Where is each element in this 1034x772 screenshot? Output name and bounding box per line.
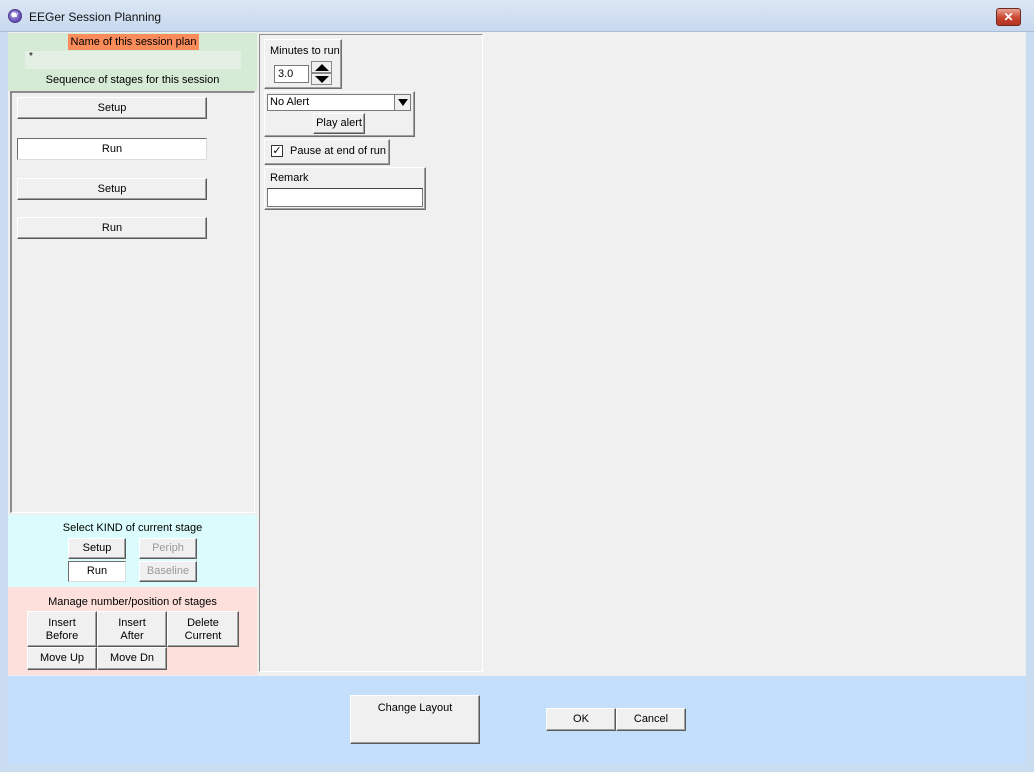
bottom-bar <box>8 676 1026 764</box>
stage-item-setup-1[interactable]: Setup <box>17 97 207 119</box>
minutes-input[interactable]: 3.0 <box>274 65 309 83</box>
session-name-panel: Name of this session plan * Sequence of … <box>8 33 257 91</box>
stage-kind-title: Select KIND of current stage <box>62 522 203 534</box>
pause-label: Pause at end of run <box>290 145 387 157</box>
alert-select[interactable]: No Alert <box>267 94 411 111</box>
stage-item-run-1[interactable]: Run <box>17 138 207 160</box>
arrow-up-icon <box>315 64 329 71</box>
move-up-button[interactable]: Move Up <box>27 647 97 670</box>
insert-after-line1: Insert <box>118 617 146 629</box>
remark-input[interactable] <box>267 188 423 207</box>
kind-baseline-button[interactable]: Baseline <box>139 561 197 582</box>
minutes-up-button[interactable] <box>311 61 332 73</box>
pause-checkbox[interactable]: ✓ <box>271 145 283 157</box>
delete-current-button[interactable]: Delete Current <box>167 611 239 647</box>
move-down-button[interactable]: Move Dn <box>97 647 167 670</box>
manage-stages-title: Manage number/position of stages <box>48 596 217 608</box>
remark-label: Remark <box>270 172 309 184</box>
stage-kind-panel: Select KIND of current stage Setup Perip… <box>8 515 257 587</box>
chevron-down-icon[interactable] <box>394 95 410 110</box>
stage-sequence-list[interactable]: Setup Run Setup Run <box>10 91 255 513</box>
minutes-label: Minutes to run <box>270 45 340 57</box>
insert-before-line1: Insert <box>48 617 76 629</box>
play-alert-button[interactable]: Play alert <box>313 113 365 134</box>
alert-select-value: No Alert <box>270 96 310 108</box>
app-logo-icon: W <box>8 9 22 23</box>
title-bar: W EEGer Session Planning ✕ <box>0 0 1034 32</box>
close-button[interactable]: ✕ <box>996 8 1021 26</box>
stage-item-setup-2[interactable]: Setup <box>17 178 207 200</box>
kind-periph-button[interactable]: Periph <box>139 538 197 559</box>
kind-setup-button[interactable]: Setup <box>68 538 126 559</box>
manage-stages-panel: Manage number/position of stages Insert … <box>8 587 257 675</box>
sequence-label: Sequence of stages for this session <box>45 74 220 86</box>
cancel-button[interactable]: Cancel <box>616 708 686 731</box>
stage-item-run-2[interactable]: Run <box>17 217 207 239</box>
kind-run-button[interactable]: Run <box>68 561 126 582</box>
insert-before-button[interactable]: Insert Before <box>27 611 97 647</box>
window-title: EEGer Session Planning <box>29 10 162 24</box>
ok-button[interactable]: OK <box>546 708 616 731</box>
session-name-input[interactable]: * <box>25 51 241 69</box>
delete-current-line1: Delete <box>187 617 219 629</box>
delete-current-line2: Current <box>184 630 222 642</box>
insert-after-line2: After <box>120 630 144 642</box>
change-layout-button[interactable]: Change Layout <box>350 695 480 744</box>
session-name-label: Name of this session plan <box>68 34 199 50</box>
insert-before-line2: Before <box>45 630 79 642</box>
arrow-down-icon <box>315 76 329 83</box>
minutes-down-button[interactable] <box>311 73 332 85</box>
insert-after-button[interactable]: Insert After <box>97 611 167 647</box>
